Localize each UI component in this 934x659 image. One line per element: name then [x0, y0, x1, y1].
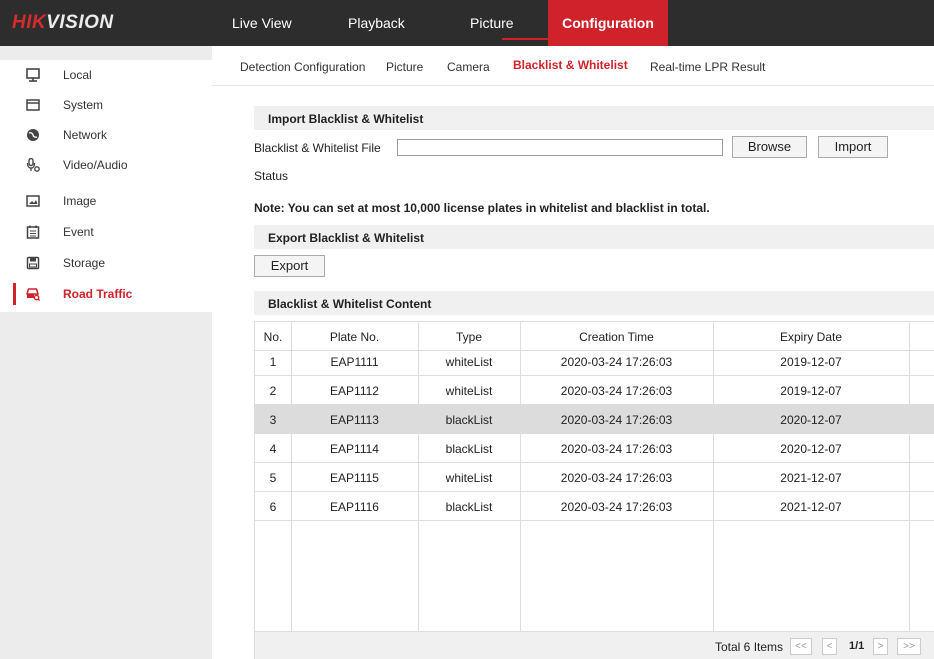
page-indicator: 1/1 — [849, 640, 865, 652]
blacklist-whitelist-table: No. Plate No. Type Creation Time Expiry … — [254, 321, 934, 659]
sidebar-item-storage[interactable]: Storage — [0, 248, 212, 278]
sidebar-item-label: Event — [63, 225, 94, 239]
microphone-icon — [26, 158, 40, 172]
column-header: Type — [455, 330, 482, 344]
next-page-button[interactable]: > — [873, 638, 888, 655]
storage-icon — [26, 256, 40, 270]
export-button[interactable]: Export — [254, 255, 325, 277]
sidebar: Local System Network Video/Audio Image E… — [0, 46, 212, 659]
table-row[interactable]: 6 EAP1116 blackList 2020-03-24 17:26:03 … — [255, 492, 934, 521]
column-header: Plate No. — [329, 330, 380, 344]
sidebar-item-label: Network — [63, 128, 108, 142]
event-icon — [26, 225, 40, 239]
nav-live-view[interactable]: Live View — [216, 0, 308, 46]
first-page-button[interactable]: << — [790, 638, 812, 655]
sidebar-item-network[interactable]: Network — [0, 120, 212, 150]
import-section-header: Import Blacklist & Whitelist — [254, 106, 934, 130]
sidebar-item-label: Image — [63, 194, 97, 208]
content-section-header: Blacklist & Whitelist Content — [254, 291, 934, 315]
active-tab-indicator — [502, 38, 635, 40]
hikvision-logo: HIKVISION — [12, 12, 114, 33]
sidebar-item-local[interactable]: Local — [0, 60, 212, 90]
prev-page-button[interactable]: < — [822, 638, 837, 655]
sidebar-item-image[interactable]: Image — [0, 186, 212, 216]
tab-picture[interactable]: Picture — [386, 60, 423, 74]
file-label: Blacklist & Whitelist File — [254, 141, 381, 155]
sidebar-item-label: System — [63, 98, 104, 112]
total-items-label: Total 6 Items — [715, 640, 784, 654]
note-text: Note: You can set at most 10,000 license… — [254, 201, 710, 215]
table-row[interactable]: 4 EAP1114 blackList 2020-03-24 17:26:03 … — [255, 434, 934, 463]
file-path-input[interactable] — [397, 139, 723, 156]
sidebar-item-event[interactable]: Event — [0, 217, 212, 247]
nav-playback[interactable]: Playback — [332, 0, 421, 46]
image-icon — [26, 195, 40, 207]
sidebar-item-system[interactable]: System — [0, 90, 212, 120]
globe-icon — [27, 129, 39, 141]
system-icon — [26, 99, 40, 111]
sidebar-item-label: Video/Audio — [63, 158, 128, 172]
browse-button[interactable]: Browse — [732, 136, 807, 158]
tab-detection-configuration[interactable]: Detection Configuration — [240, 60, 365, 74]
column-header: Creation Time — [579, 330, 654, 344]
table-row[interactable]: 1 EAP1111 whiteList 2020-03-24 17:26:03 … — [255, 347, 934, 376]
sidebar-menu: Local System Network Video/Audio Image E… — [0, 60, 212, 312]
monitor-icon — [26, 68, 40, 82]
status-label: Status — [254, 169, 289, 183]
column-header: No. — [263, 330, 283, 344]
table-row-selected[interactable]: 3 EAP1113 blackList 2020-03-24 17:26:03 … — [255, 405, 934, 434]
table-row[interactable]: 5 EAP1115 whiteList 2020-03-24 17:26:03 … — [255, 463, 934, 492]
sidebar-item-label: Storage — [63, 256, 106, 270]
last-page-button[interactable]: >> — [897, 638, 921, 655]
table-row[interactable]: 2 EAP1112 whiteList 2020-03-24 17:26:03 … — [255, 376, 934, 405]
export-section-header: Export Blacklist & Whitelist — [254, 225, 934, 249]
top-navigation-bar: HIKVISION Live View Playback Picture Con… — [0, 0, 934, 46]
column-header: Expiry Date — [779, 330, 843, 344]
road-traffic-icon — [26, 288, 40, 301]
tab-camera[interactable]: Camera — [447, 60, 490, 74]
import-button[interactable]: Import — [818, 136, 888, 158]
sidebar-item-label: Road Traffic — [63, 287, 133, 301]
sidebar-item-road-traffic[interactable]: Road Traffic — [0, 279, 212, 309]
tab-bar: Detection Configuration Picture Camera B… — [212, 46, 934, 86]
tab-blacklist-whitelist[interactable]: Blacklist & Whitelist — [513, 58, 628, 72]
table-footer: Total 6 Items << < 1/1 > >> — [255, 631, 934, 659]
sidebar-item-video-audio[interactable]: Video/Audio — [0, 150, 212, 180]
tab-realtime-lpr-result[interactable]: Real-time LPR Result — [650, 60, 765, 74]
sidebar-item-label: Local — [63, 68, 92, 82]
